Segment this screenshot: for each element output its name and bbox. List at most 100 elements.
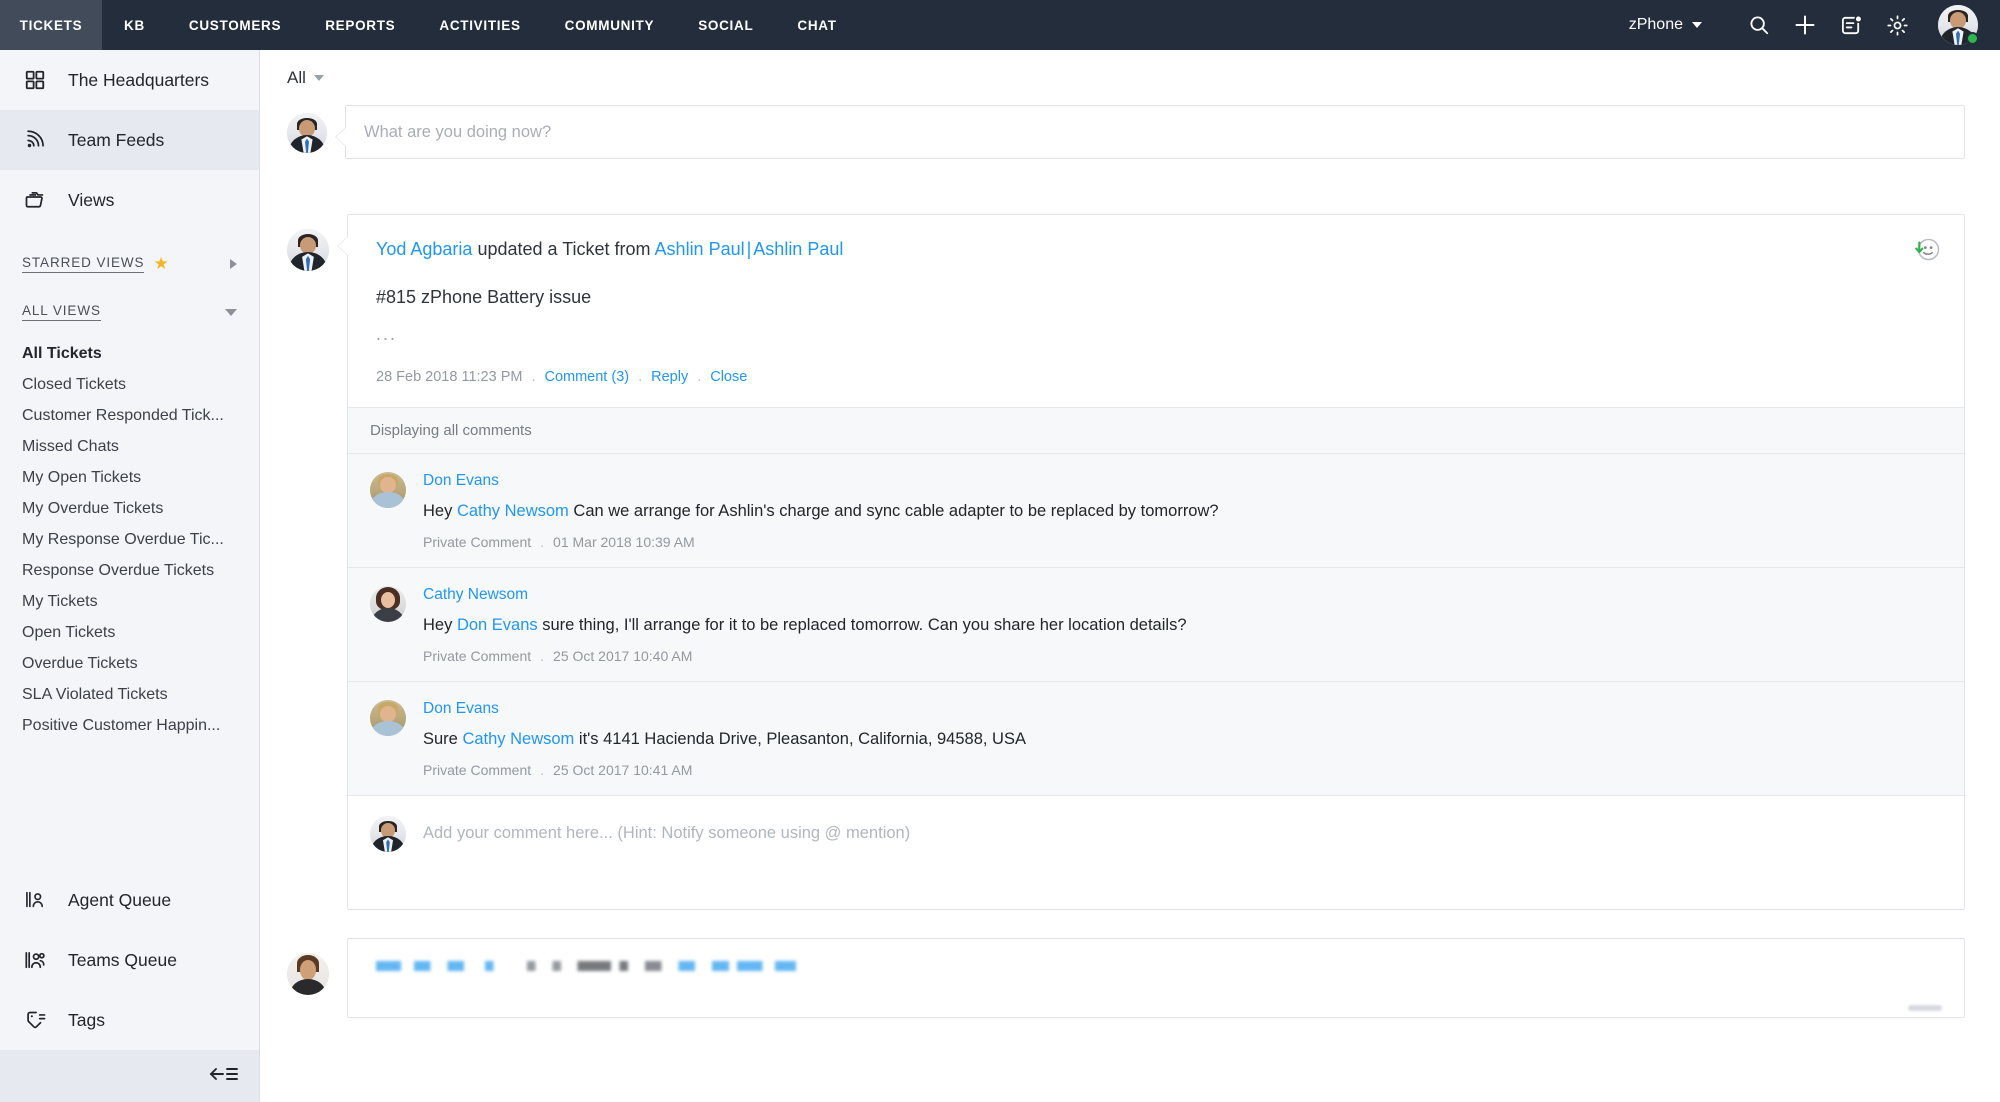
tab-activities[interactable]: ACTIVITIES [417, 0, 542, 50]
comment-input[interactable]: Add your comment here... (Hint: Notify s… [423, 816, 910, 889]
add-icon[interactable] [1782, 0, 1828, 50]
view-item-label: My Open Tickets [22, 468, 142, 486]
top-nav-right-cluster: zPhone [1629, 0, 2000, 50]
comment-text-pre: Sure [423, 730, 463, 749]
view-item-my-response-overdue-tickets[interactable]: My Response Overdue Tic... [0, 524, 259, 555]
notes-icon[interactable] [1828, 0, 1874, 50]
comment-mention[interactable]: Cathy Newsom [462, 730, 574, 748]
post-expand-ellipsis[interactable]: ... [376, 324, 1936, 345]
comments-list: Don Evans Hey Cathy Newsom Can we arrang… [348, 453, 1964, 797]
views-list: All Tickets Closed Tickets Customer Resp… [0, 338, 259, 741]
tab-customers[interactable]: CUSTOMERS [167, 0, 303, 50]
tab-reports-label: REPORTS [325, 17, 396, 33]
search-icon[interactable] [1736, 0, 1782, 50]
post-contact-link[interactable]: Ashlin Paul [753, 239, 843, 259]
view-item-overdue-tickets[interactable]: Overdue Tickets [0, 648, 259, 679]
comment-author-link[interactable]: Don Evans [423, 472, 1942, 490]
tab-chat[interactable]: CHAT [775, 0, 858, 50]
sidebar-item-views[interactable]: Views [0, 170, 259, 230]
post-title: Yod Agbaria updated a Ticket from Ashlin… [376, 239, 1936, 261]
meta-dot: . [531, 368, 536, 385]
meta-dot: . [540, 762, 545, 779]
tab-community-label: COMMUNITY [564, 17, 655, 33]
sidebar-item-the-headquarters[interactable]: The Headquarters [0, 50, 259, 110]
all-views-section-header[interactable]: ALL VIEWS [0, 290, 259, 334]
post-reply-action[interactable]: Reply [651, 369, 688, 385]
sidebar-item-teams-queue[interactable]: Teams Queue [0, 930, 259, 990]
comment-item: Cathy Newsom Hey Don Evans sure thing, I… [348, 568, 1964, 683]
sidebar: The Headquarters Team Feeds Views STARRE… [0, 50, 260, 1102]
sidebar-bottom-group: Agent Queue Teams Queue Tags [0, 870, 259, 1050]
chevron-down-icon [313, 75, 324, 81]
tab-social[interactable]: SOCIAL [676, 0, 775, 50]
comment-mention[interactable]: Don Evans [457, 616, 538, 634]
view-item-my-open-tickets[interactable]: My Open Tickets [0, 462, 259, 493]
comment-author-link[interactable]: Cathy Newsom [423, 586, 1942, 604]
post-subject: #815 zPhone Battery issue [376, 286, 592, 307]
status-badge [1966, 32, 1979, 45]
feed-post-card: Yod Agbaria updated a Ticket from Ashlin… [337, 214, 1965, 911]
comment-text: Hey Cathy Newsom Can we arrange for Ashl… [423, 500, 1942, 522]
view-item-open-tickets[interactable]: Open Tickets [0, 617, 259, 648]
user-avatar-menu[interactable] [1938, 5, 1979, 45]
comment-text-pre: Hey [423, 615, 457, 634]
view-item-label: My Overdue Tickets [22, 499, 164, 517]
post-requester-link[interactable]: Ashlin Paul [655, 239, 745, 259]
tab-kb[interactable]: KB [102, 0, 167, 50]
avatar [370, 585, 406, 622]
comment-meta: Private Comment . 25 Oct 2017 10:41 AM [423, 762, 1942, 778]
happy-face-icon[interactable] [1912, 235, 1942, 270]
comment-text-post: it's 4141 Hacienda Drive, Pleasanton, Ca… [574, 730, 1026, 749]
view-item-closed-tickets[interactable]: Closed Tickets [0, 369, 259, 400]
view-item-positive-customer-happiness[interactable]: Positive Customer Happin... [0, 710, 259, 741]
view-item-my-tickets[interactable]: My Tickets [0, 586, 259, 617]
top-navigation-bar: TICKETS KB CUSTOMERS REPORTS ACTIVITIES … [0, 0, 2000, 50]
brand-selector[interactable]: zPhone [1629, 16, 1702, 34]
sidebar-item-tags[interactable]: Tags [0, 990, 259, 1050]
view-item-sla-violated-tickets[interactable]: SLA Violated Tickets [0, 679, 259, 710]
view-item-response-overdue-tickets[interactable]: Response Overdue Tickets [0, 555, 259, 586]
sidebar-item-team-feeds[interactable]: Team Feeds [0, 110, 259, 170]
sidebar-item-label: Tags [68, 1009, 105, 1030]
comment-meta: Private Comment . 01 Mar 2018 10:39 AM [423, 534, 1942, 550]
tab-activities-label: ACTIVITIES [439, 17, 521, 33]
post-author-link[interactable]: Yod Agbaria [376, 239, 472, 259]
top-nav-tabs: TICKETS KB CUSTOMERS REPORTS ACTIVITIES … [0, 0, 859, 50]
sidebar-item-label: Views [68, 189, 115, 210]
feed-filter-dropdown[interactable]: All [287, 68, 324, 88]
starred-views-section-header[interactable]: STARRED VIEWS ★ [0, 242, 259, 286]
view-item-label: My Tickets [22, 592, 98, 610]
view-item-missed-chats[interactable]: Missed Chats [0, 431, 259, 462]
sidebar-item-agent-queue[interactable]: Agent Queue [0, 870, 259, 930]
star-icon: ★ [153, 254, 169, 273]
view-item-label: My Response Overdue Tic... [22, 530, 224, 548]
chevron-right-icon[interactable] [230, 259, 237, 269]
tab-community[interactable]: COMMUNITY [543, 0, 677, 50]
comment-mention[interactable]: Cathy Newsom [457, 502, 569, 520]
post-comment-action[interactable]: Comment (3) [544, 369, 629, 385]
sidebar-item-label: Agent Queue [68, 889, 172, 910]
meta-dot: . [540, 648, 545, 665]
chevron-down-icon[interactable] [225, 308, 237, 316]
gear-icon[interactable] [1874, 0, 1920, 50]
collapse-sidebar-button[interactable] [0, 1050, 259, 1102]
feed-post-row: Yod Agbaria updated a Ticket from Ashlin… [260, 214, 2000, 911]
feed-filter-label: All [287, 68, 306, 87]
tab-tickets[interactable]: TICKETS [0, 0, 102, 50]
feed-post-row-next [260, 938, 2000, 1019]
view-item-customer-responded-tickets[interactable]: Customer Responded Tick... [0, 400, 259, 431]
post-badge-next [1908, 1005, 1942, 1012]
tab-reports[interactable]: REPORTS [303, 0, 417, 50]
comment-author-link[interactable]: Don Evans [423, 700, 1942, 718]
view-item-my-overdue-tickets[interactable]: My Overdue Tickets [0, 493, 259, 524]
view-item-all-tickets[interactable]: All Tickets [0, 338, 259, 369]
comment-text-post: Can we arrange for Ashlin's charge and s… [568, 501, 1219, 520]
agent-queue-icon [22, 887, 48, 913]
tab-tickets-label: TICKETS [19, 17, 83, 33]
comments-header: Displaying all comments [348, 406, 1964, 454]
status-input[interactable]: What are you doing now? [346, 106, 1964, 158]
comment-text: Sure Cathy Newsom it's 4141 Hacienda Dri… [423, 728, 1942, 750]
comment-visibility: Private Comment [423, 648, 532, 665]
post-close-action[interactable]: Close [710, 369, 747, 385]
tab-chat-label: CHAT [797, 17, 837, 33]
